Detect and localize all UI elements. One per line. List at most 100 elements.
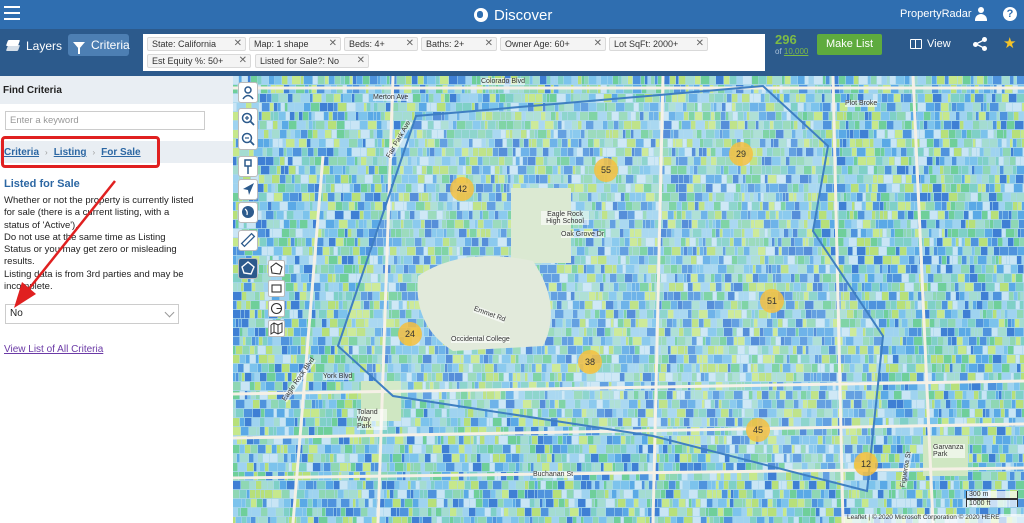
parcel: [879, 319, 887, 328]
parcel: [878, 166, 885, 175]
parcel: [838, 256, 845, 265]
parcel: [901, 148, 907, 157]
parcel: [870, 139, 874, 148]
parcel: [1016, 157, 1021, 166]
parcel: [533, 76, 540, 85]
parcel: [897, 139, 906, 148]
parcel: [888, 265, 891, 274]
parcel: [902, 319, 908, 328]
parcel: [958, 301, 965, 310]
close-icon[interactable]: ✕: [406, 38, 414, 50]
parcel: [300, 256, 309, 265]
parcel: [983, 346, 988, 355]
parcel: [1016, 337, 1021, 346]
parcel: [361, 193, 365, 202]
parcel: [852, 265, 859, 274]
parcel: [258, 76, 262, 85]
user-icon[interactable]: [975, 7, 987, 21]
parcel: [984, 373, 989, 382]
parcel: [844, 193, 847, 202]
parcel: [996, 157, 999, 166]
chip-owner-age[interactable]: Owner Age: 60+ ✕: [500, 37, 606, 51]
parcel: [970, 265, 975, 274]
parcel: [365, 193, 374, 202]
parcel: [952, 121, 960, 130]
parcel: [1001, 184, 1005, 193]
chip-listed-for-sale[interactable]: Listed for Sale?: No ✕: [255, 54, 369, 68]
close-icon[interactable]: ✕: [696, 38, 704, 50]
account-name[interactable]: PropertyRadar: [900, 8, 972, 20]
parcel: [839, 76, 846, 85]
parcel: [997, 130, 1004, 139]
close-icon[interactable]: ✕: [485, 38, 493, 50]
parcel: [930, 247, 934, 256]
close-icon[interactable]: ✕: [239, 55, 247, 67]
parcel: [238, 283, 241, 292]
parcel: [371, 202, 375, 211]
parcel: [976, 319, 984, 328]
chip-est-equity[interactable]: Est Equity %: 50+ ✕: [147, 54, 251, 68]
parcel: [394, 112, 403, 121]
parcel: [958, 274, 965, 283]
view-button[interactable]: View: [910, 38, 951, 50]
parcel: [926, 202, 935, 211]
parcel: [297, 202, 305, 211]
parcel: [240, 355, 246, 364]
close-icon[interactable]: ✕: [234, 38, 242, 50]
parcel: [274, 157, 280, 166]
parcel: [301, 130, 308, 139]
parcel: [325, 364, 334, 373]
parcel: [309, 382, 314, 391]
parcel: [949, 193, 958, 202]
parcel: [1002, 391, 1005, 400]
chip-state[interactable]: State: California ✕: [147, 37, 246, 51]
close-icon[interactable]: ✕: [594, 38, 602, 50]
chip-baths[interactable]: Baths: 2+ ✕: [421, 37, 497, 51]
parcel: [951, 184, 957, 193]
make-list-button[interactable]: Make List: [817, 34, 882, 55]
parcel: [628, 76, 633, 85]
parcel: [846, 184, 851, 193]
parcel: [926, 76, 932, 85]
parcel: [987, 391, 996, 400]
close-icon[interactable]: ✕: [329, 38, 337, 50]
parcel: [245, 373, 252, 382]
star-icon[interactable]: ★: [1003, 34, 1016, 52]
parcel: [827, 211, 832, 220]
parcel: [847, 139, 850, 148]
chip-beds[interactable]: Beds: 4+ ✕: [344, 37, 418, 51]
parcel: [325, 256, 329, 265]
parcel: [798, 76, 805, 85]
parcel: [897, 112, 906, 121]
parcel: [233, 373, 236, 382]
chip-map[interactable]: Map: 1 shape ✕: [249, 37, 341, 51]
parcel: [920, 130, 925, 139]
parcel: [1008, 346, 1014, 355]
parcel: [874, 130, 877, 139]
parcel: [995, 337, 1003, 346]
parcel: [275, 76, 282, 85]
hamburger-menu-icon[interactable]: [4, 6, 20, 20]
close-icon[interactable]: ✕: [357, 55, 365, 67]
share-icon[interactable]: [973, 37, 987, 51]
parcel: [323, 247, 330, 256]
parcel: [429, 94, 434, 103]
parcel: [899, 319, 902, 328]
parcel: [266, 157, 274, 166]
help-icon[interactable]: ?: [1003, 7, 1017, 21]
count-total[interactable]: 10,000: [784, 47, 808, 56]
parcel-map[interactable]: 42 55 29 51 24 38 45 12 Colorado Blvd Me…: [233, 76, 1024, 523]
layers-button[interactable]: Layers: [5, 37, 62, 55]
parcel: [974, 76, 977, 85]
parcel: [867, 265, 875, 274]
parcel: [322, 184, 326, 193]
parcel: [262, 211, 266, 220]
parcel: [925, 175, 930, 184]
criteria-button[interactable]: Criteria: [68, 34, 130, 56]
parcel: [321, 265, 329, 274]
chip-lot-sqft[interactable]: Lot SqFt: 2000+ ✕: [609, 37, 708, 51]
parcel: [830, 220, 835, 229]
parcel: [968, 373, 976, 382]
parcel: [286, 184, 295, 193]
parcel: [298, 310, 303, 319]
